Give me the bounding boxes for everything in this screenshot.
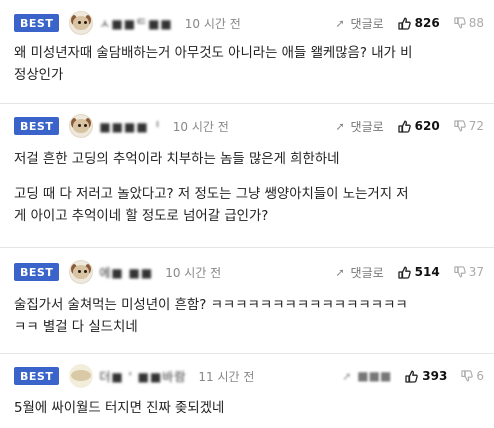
like-button[interactable]: 514 (398, 265, 440, 279)
reply-button[interactable]: ➚ 댓글로 (336, 118, 384, 135)
like-count: 826 (414, 16, 440, 30)
dislike-count: 6 (476, 369, 484, 383)
comment-text: 술집가서 술쳐먹는 미성년이 흔함? ㅋㅋㅋㅋㅋㅋㅋㅋㅋㅋㅋㅋㅋㅋㅋㅋ ㅋㅋ 별… (14, 298, 408, 335)
egg-avatar-icon[interactable] (69, 364, 94, 388)
reply-arrow-icon: ➚ (342, 369, 352, 383)
comment-text: 왜 미성년자때 술담배하는거 아무것도 아니라는 애들 왤케많음? 내가 비 정… (14, 46, 413, 83)
reply-arrow-icon: ➚ (335, 16, 345, 30)
comment-time: 11 시간 전 (198, 369, 255, 384)
reply-arrow-icon: ➚ (335, 265, 345, 279)
reply-arrow-icon: ➚ (335, 119, 345, 133)
puppy-avatar-icon[interactable] (69, 114, 94, 138)
comment-body: 술집가서 술쳐먹는 미성년이 흔함? ㅋㅋㅋㅋㅋㅋㅋㅋㅋㅋㅋㅋㅋㅋㅋㅋ ㅋㅋ 별… (14, 295, 482, 339)
best-badge: BEST (14, 14, 60, 32)
comment-meta: BEST ■■■■ᅵ 10 시간 전 ➚ 댓글로 620 72 (14, 111, 484, 141)
comment-body: 5월에 싸이월드 터지면 진짜 좆되겠네 (14, 398, 482, 420)
comment-time: 10 시간 전 (172, 119, 229, 134)
best-badge: BEST (14, 263, 60, 281)
best-badge: BEST (14, 117, 60, 135)
thumbs-up-icon (405, 370, 419, 383)
comment-item: BEST 더■ ' ■■바람 11 시간 전 ➚ ■■■ 393 6 5월에 싸… (0, 354, 494, 428)
dislike-button[interactable]: 6 (461, 369, 484, 383)
comment-meta: BEST 에■ ■■ 10 시간 전 ➚ 댓글로 514 37 (14, 257, 484, 287)
like-count: 514 (414, 265, 440, 279)
author-nickname[interactable]: ㅅ■■ᄃ■■ (99, 15, 172, 32)
comment-meta: BEST 더■ ' ■■바람 11 시간 전 ➚ ■■■ 393 6 (14, 361, 484, 391)
dislike-button[interactable]: 88 (454, 16, 484, 30)
thumbs-down-icon (454, 266, 466, 278)
best-badge: BEST (14, 367, 60, 385)
dislike-count: 88 (468, 16, 484, 30)
thumbs-down-icon (461, 370, 474, 382)
like-button[interactable]: 826 (398, 16, 440, 30)
comment-text: 저걸 흔한 고딩의 추억이라 치부하는 놈들 많은게 희한하네 (14, 152, 340, 167)
reply-label: 댓글로 (350, 265, 384, 280)
puppy-avatar-icon[interactable] (69, 260, 94, 284)
dislike-count: 37 (468, 265, 484, 279)
dislike-count: 72 (468, 119, 484, 133)
comment-feed: BEST ㅅ■■ᄃ■■ 10 시간 전 ➚ 댓글로 826 88 왜 미성년자때… (0, 0, 494, 428)
thumbs-up-icon (398, 120, 411, 133)
comment-body: 저걸 흔한 고딩의 추억이라 치부하는 놈들 많은게 희한하네 고딩 때 다 저… (14, 149, 482, 228)
comment-text: 고딩 때 다 저러고 놀았다고? 저 정도는 그냥 쌩양아치들이 노는거지 저 … (14, 187, 409, 224)
dislike-button[interactable]: 37 (454, 265, 484, 279)
comment-body: 왜 미성년자때 술담배하는거 아무것도 아니라는 애들 왤케많음? 내가 비 정… (14, 43, 482, 87)
thumbs-up-icon (398, 266, 411, 279)
comment-time: 10 시간 전 (165, 265, 222, 280)
reply-button[interactable]: ➚ 댓글로 (336, 15, 384, 32)
thumbs-down-icon (454, 17, 466, 29)
thumbs-up-icon (398, 17, 411, 30)
author-nickname[interactable]: 에■ ■■ (99, 264, 153, 281)
author-nickname[interactable]: ■■■■ᅵ (99, 118, 160, 135)
comment-meta: BEST ㅅ■■ᄃ■■ 10 시간 전 ➚ 댓글로 826 88 (14, 8, 484, 38)
dislike-button[interactable]: 72 (454, 119, 484, 133)
reply-label: 댓글로 (350, 16, 384, 31)
comment-item: BEST ■■■■ᅵ 10 시간 전 ➚ 댓글로 620 72 저걸 흔한 고딩… (0, 104, 494, 248)
author-nickname[interactable]: 더■ ' ■■바람 (99, 368, 186, 385)
reply-button[interactable]: ➚ ■■■ (342, 369, 391, 383)
like-count: 393 (422, 369, 448, 383)
reply-button[interactable]: ➚ 댓글로 (336, 264, 384, 281)
like-count: 620 (414, 119, 440, 133)
reply-label: 댓글로 (350, 119, 384, 134)
puppy-avatar-icon[interactable] (69, 11, 94, 35)
thumbs-down-icon (454, 120, 466, 132)
comment-item: BEST 에■ ■■ 10 시간 전 ➚ 댓글로 514 37 술집가서 술쳐먹… (0, 248, 494, 354)
comment-time: 10 시간 전 (184, 16, 241, 31)
like-button[interactable]: 620 (398, 119, 440, 133)
like-button[interactable]: 393 (405, 369, 447, 383)
comment-item: BEST ㅅ■■ᄃ■■ 10 시간 전 ➚ 댓글로 826 88 왜 미성년자때… (0, 0, 494, 104)
comment-text: 5월에 싸이월드 터지면 진짜 좆되겠네 (14, 401, 225, 416)
reply-label: ■■■ (357, 369, 392, 383)
